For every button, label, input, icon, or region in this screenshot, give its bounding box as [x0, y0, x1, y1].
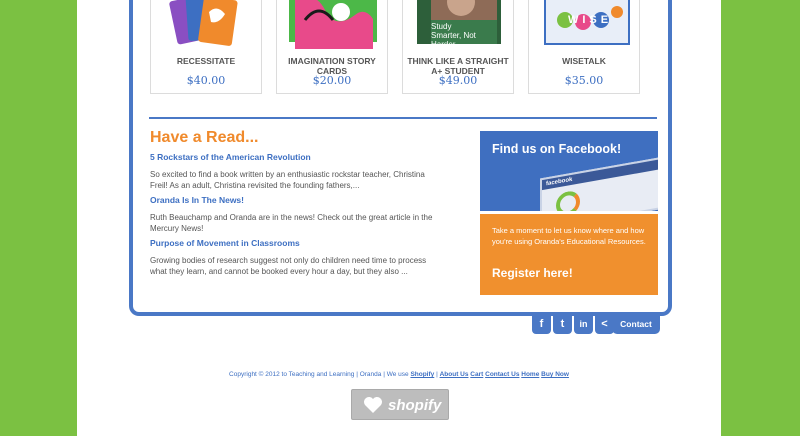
facebook-screenshot-brand: facebook [542, 157, 658, 191]
shopify-link[interactable]: Shopify [410, 371, 434, 378]
product-name[interactable]: RECESSITATE [153, 56, 259, 66]
product-row: RECESSITATE $40.00 IMAGINATION STORY CAR… [150, 0, 660, 94]
section-title: Have a Read... [150, 129, 259, 146]
content-panel: RECESSITATE $40.00 IMAGINATION STORY CAR… [129, 0, 672, 316]
page-content: RECESSITATE $40.00 IMAGINATION STORY CAR… [77, 0, 721, 436]
shopify-badge[interactable]: shopify [351, 389, 449, 420]
product-price: $20.00 [312, 74, 352, 87]
footer-link-contact[interactable]: Contact Us [485, 371, 519, 378]
product-image[interactable]: WISE [537, 0, 633, 52]
product-image[interactable] [159, 0, 255, 52]
product-image[interactable]: Study Smarter, Not Harder [411, 0, 507, 52]
product-card[interactable]: RECESSITATE $40.00 [150, 0, 262, 94]
copyright-text: Copyright © 2012 to Teaching and Learnin… [229, 371, 409, 378]
post-title-link[interactable]: Oranda Is In The News! [150, 195, 440, 205]
blog-post: Purpose of Movement in Classrooms Growin… [150, 238, 440, 277]
product-image[interactable] [285, 0, 381, 52]
post-excerpt: Growing bodies of research suggest not o… [150, 256, 427, 276]
facebook-promo[interactable]: Find us on Facebook! facebook [480, 131, 658, 211]
post-title-link[interactable]: 5 Rockstars of the American Revolution [150, 152, 440, 162]
linkedin-icon[interactable]: in [574, 314, 593, 334]
footer-link-home[interactable]: Home [521, 371, 539, 378]
register-link[interactable]: Register here! [492, 266, 573, 280]
product-price: $49.00 [438, 74, 478, 87]
heart-icon [364, 397, 382, 413]
post-excerpt: Ruth Beauchamp and Oranda are in the new… [150, 213, 433, 233]
footer-link-buy[interactable]: Buy Now [541, 371, 569, 378]
footer-link-cart[interactable]: Cart [470, 371, 483, 378]
post-excerpt: So excited to find a book written by an … [150, 170, 425, 190]
product-card[interactable]: IMAGINATION STORY CARDS $20.00 [276, 0, 388, 94]
register-promo: Take a moment to let us know where and h… [480, 214, 658, 295]
post-title-link[interactable]: Purpose of Movement in Classrooms [150, 238, 440, 248]
blog-post: Oranda Is In The News! Ruth Beauchamp an… [150, 195, 440, 234]
product-card[interactable]: WISE WISETALK $35.00 [528, 0, 640, 94]
twitter-icon[interactable]: t [553, 314, 572, 334]
contact-button[interactable]: Contact [612, 314, 660, 334]
product-name[interactable]: IMAGINATION STORY CARDS [279, 56, 385, 76]
facebook-screenshot: facebook [540, 155, 658, 211]
product-card[interactable]: Study Smarter, Not Harder THINK LIKE A S… [402, 0, 514, 94]
product-name[interactable]: WISETALK [531, 56, 637, 66]
product-cover-text: WISE [567, 14, 613, 26]
blog-post: 5 Rockstars of the American Revolution S… [150, 152, 440, 191]
product-cover-text: Study Smarter, Not Harder [431, 22, 476, 49]
footer: Copyright © 2012 to Teaching and Learnin… [77, 371, 721, 378]
product-price: $40.00 [186, 74, 226, 87]
section-divider [149, 117, 657, 119]
product-name[interactable]: THINK LIKE A STRAIGHT A+ STUDENT [405, 56, 511, 76]
product-price: $35.00 [564, 74, 604, 87]
facebook-icon[interactable]: f [532, 314, 551, 334]
oranda-logo-icon [556, 189, 580, 211]
shopify-badge-label: shopify [388, 397, 442, 414]
register-text: Take a moment to let us know where and h… [492, 226, 646, 246]
footer-link-about[interactable]: About Us [440, 371, 469, 378]
facebook-promo-title[interactable]: Find us on Facebook! [492, 142, 621, 156]
